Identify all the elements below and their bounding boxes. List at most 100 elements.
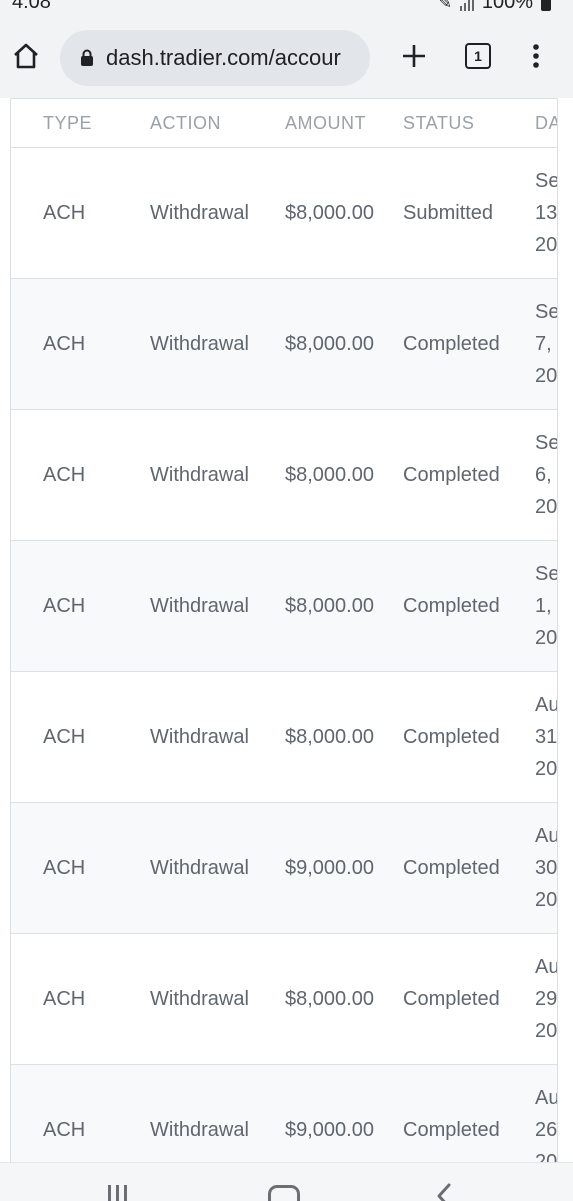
home-nav-icon[interactable] [268, 1185, 300, 1201]
date-month: Aug [535, 1087, 557, 1109]
cell-amount: $8,000.00 [285, 671, 403, 803]
cell-type: ACH [11, 147, 150, 279]
pen-icon: ✎ [438, 0, 452, 12]
date-year: 2022 [535, 889, 558, 911]
cell-amount: $8,000.00 [285, 540, 403, 672]
cell-type: ACH [11, 409, 150, 541]
more-vert-icon [533, 44, 539, 68]
cell-action: Withdrawal [150, 802, 285, 934]
cell-action: Withdrawal [150, 540, 285, 672]
cell-type: ACH [11, 278, 150, 410]
date-year: 2022 [535, 234, 558, 256]
date-month: Sep [535, 432, 557, 454]
plus-icon [403, 45, 425, 67]
signal-icon [459, 0, 474, 11]
transactions-table-container[interactable]: TYPE ACTION AMOUNT STATUS DATE ACH Withd… [10, 98, 558, 1163]
cell-date: Sep 13, 2022 [535, 147, 558, 279]
col-header-amount[interactable]: AMOUNT [285, 99, 403, 148]
cell-type: ACH [11, 540, 150, 672]
table-row: ACH Withdrawal $9,000.00 Completed Aug 30… [11, 802, 558, 934]
table-row: ACH Withdrawal $8,000.00 Submitted Sep 13… [11, 147, 558, 279]
tab-count: 1 [474, 48, 482, 64]
date-month: Aug [535, 956, 557, 978]
cell-status: Completed [403, 278, 535, 410]
date-day: 7, [535, 333, 552, 355]
battery-percent: 100% [481, 0, 533, 13]
table-row: ACH Withdrawal $9,000.00 Completed Aug 26… [11, 1064, 558, 1163]
cell-type: ACH [11, 1064, 150, 1163]
date-day: 6, [535, 464, 552, 486]
col-header-status[interactable]: STATUS [403, 99, 535, 148]
menu-button[interactable] [516, 36, 556, 76]
date-month: Sep [535, 301, 557, 323]
cell-action: Withdrawal [150, 933, 285, 1065]
cell-date: Aug 31, 2022 [535, 671, 558, 803]
col-header-date[interactable]: DATE [535, 99, 557, 148]
cell-type: ACH [11, 671, 150, 803]
cell-date: Sep 1, 2022 [535, 540, 558, 672]
cell-status: Completed [403, 540, 535, 672]
cell-status: Completed [403, 802, 535, 934]
date-day: 13, [535, 202, 558, 224]
table-row: ACH Withdrawal $8,000.00 Completed Aug 31… [11, 671, 558, 803]
cell-date: Aug 29, 2022 [535, 933, 558, 1065]
cell-action: Withdrawal [150, 1064, 285, 1163]
date-year: 2022 [535, 365, 558, 387]
new-tab-button[interactable] [394, 36, 434, 76]
system-nav-bar [0, 1162, 573, 1201]
table-row: ACH Withdrawal $8,000.00 Completed Sep 1,… [11, 540, 558, 672]
table-header-row: TYPE ACTION AMOUNT STATUS DATE [11, 99, 557, 148]
back-icon[interactable] [436, 1183, 452, 1201]
col-header-type[interactable]: TYPE [11, 99, 150, 148]
cell-status: Completed [403, 409, 535, 541]
cell-status: Submitted [403, 147, 535, 279]
url-text: dash.tradier.com/accour [106, 45, 341, 70]
cell-amount: $8,000.00 [285, 409, 403, 541]
date-month: Aug [535, 694, 557, 716]
recent-apps-icon[interactable] [108, 1185, 127, 1201]
date-year: 2022 [535, 496, 558, 518]
address-bar[interactable]: dash.tradier.com/accour [60, 30, 370, 86]
cell-action: Withdrawal [150, 671, 285, 803]
date-year: 2022 [535, 758, 558, 780]
cell-status: Completed [403, 671, 535, 803]
date-month: Aug [535, 825, 557, 847]
tabs-button[interactable]: 1 [458, 36, 498, 76]
lock-icon [81, 49, 93, 66]
date-day: 26, [535, 1119, 558, 1141]
cell-amount: $9,000.00 [285, 1064, 403, 1163]
cell-date: Aug 26, 2022 [535, 1064, 558, 1163]
date-day: 31, [535, 726, 558, 748]
cell-action: Withdrawal [150, 409, 285, 541]
date-month: Sep [535, 563, 557, 585]
cell-date: Sep 6, 2022 [535, 409, 558, 541]
home-icon [14, 43, 38, 69]
table-row: ACH Withdrawal $8,000.00 Completed Sep 7,… [11, 278, 558, 410]
cell-amount: $9,000.00 [285, 802, 403, 934]
date-day: 29, [535, 988, 558, 1010]
cell-action: Withdrawal [150, 147, 285, 279]
date-year: 2022 [535, 627, 558, 649]
battery-icon [541, 0, 551, 11]
cell-amount: $8,000.00 [285, 278, 403, 410]
date-day: 30, [535, 857, 558, 879]
cell-amount: $8,000.00 [285, 933, 403, 1065]
table-row: ACH Withdrawal $8,000.00 Completed Sep 6,… [11, 409, 558, 541]
cell-action: Withdrawal [150, 278, 285, 410]
home-button[interactable] [6, 36, 46, 76]
date-month: Sep [535, 170, 557, 192]
cell-type: ACH [11, 802, 150, 934]
cell-date: Sep 7, 2022 [535, 278, 558, 410]
cell-status: Completed [403, 933, 535, 1065]
date-year: 2022 [535, 1151, 558, 1163]
date-year: 2022 [535, 1020, 558, 1042]
cell-status: Completed [403, 1064, 535, 1163]
status-icons: ✎ 100% [438, 0, 551, 14]
transactions-table: TYPE ACTION AMOUNT STATUS DATE ACH Withd… [11, 99, 557, 1163]
cell-type: ACH [11, 933, 150, 1065]
cell-amount: $8,000.00 [285, 147, 403, 279]
cell-date: Aug 30, 2022 [535, 802, 558, 934]
date-day: 1, [535, 595, 552, 617]
browser-toolbar: dash.tradier.com/accour 1 [0, 14, 573, 98]
col-header-action[interactable]: ACTION [150, 99, 285, 148]
